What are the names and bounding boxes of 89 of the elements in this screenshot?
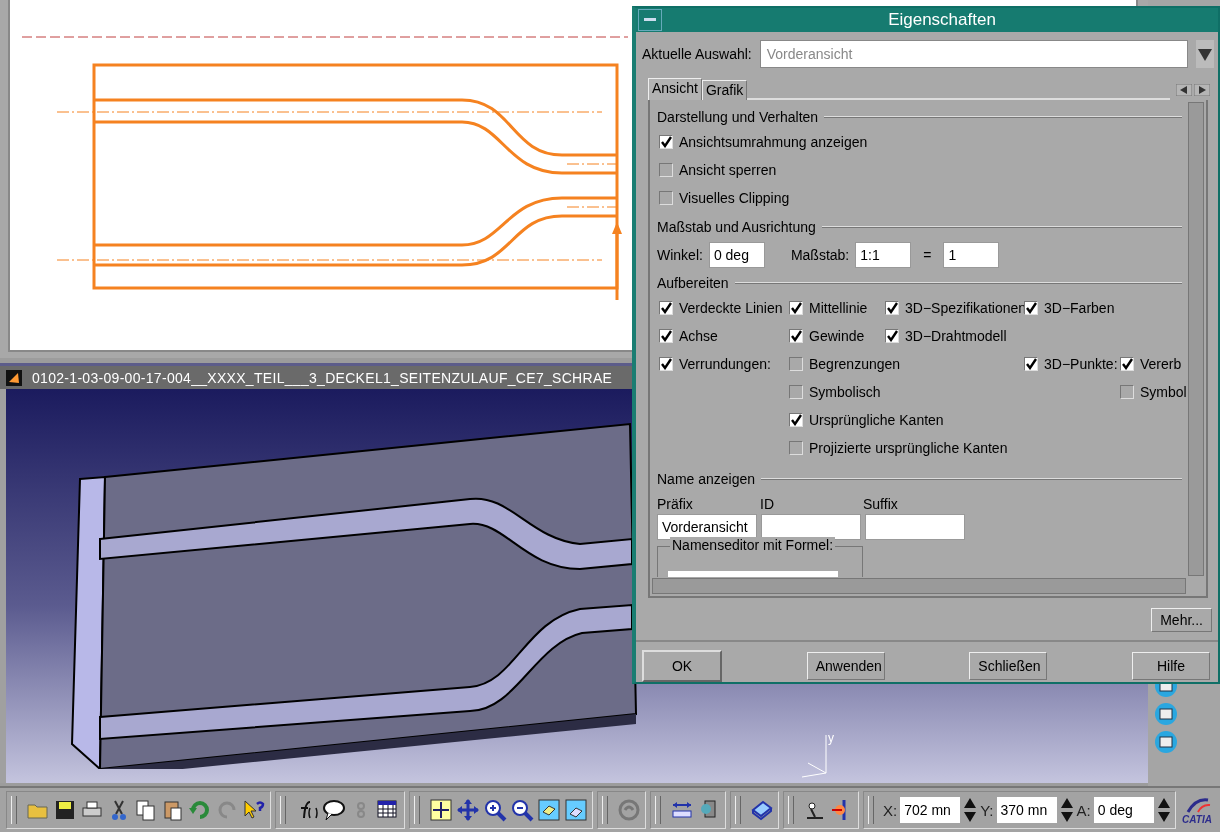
section-heading: Aufbereiten [657, 274, 729, 291]
checkbox[interactable]: Projizierte ursprüngliche Kanten [787, 433, 1188, 462]
selection-dropdown[interactable]: Vorderansicht [759, 39, 1188, 68]
name-field[interactable]: Vorderansicht [657, 513, 757, 540]
checkbox[interactable]: Ursprüngliche Kanten [787, 405, 1188, 434]
scroll-right-icon[interactable] [1194, 83, 1210, 96]
checkbox[interactable]: Achse [657, 321, 787, 350]
angle-field[interactable]: 0 deg [708, 241, 765, 268]
dialog-button[interactable]: Anwenden [806, 652, 885, 680]
checkbox[interactable]: Symbolisch [787, 377, 1118, 406]
field-label: Suffix [863, 495, 899, 512]
view-plane-icon[interactable] [564, 798, 588, 822]
check-icon [660, 135, 672, 148]
spin-arrows-icon[interactable] [1059, 797, 1074, 823]
coordinate-label: Y: [980, 801, 994, 819]
zoom-out-icon[interactable] [510, 798, 534, 822]
name-field[interactable] [865, 513, 965, 540]
checkbox[interactable]: 3D−Punkte: [1022, 349, 1118, 378]
checkbox[interactable]: Gewinde [787, 321, 883, 350]
field-label: Aktuelle Auswahl: [642, 45, 752, 62]
scale-field[interactable]: 1:1 [855, 241, 912, 268]
checkbox[interactable]: Verrundungen: [657, 349, 787, 378]
dialog-title: Eigenschaften [887, 9, 997, 30]
horizontal-scrollbar[interactable] [652, 578, 1186, 594]
logo-text: CATIA [1182, 813, 1212, 825]
section-heading: Maßstab und Ausrichtung [657, 218, 816, 235]
spin-arrows-icon[interactable] [963, 797, 978, 823]
checkbox[interactable]: Symbol [1118, 377, 1188, 406]
speech-bubble-icon[interactable] [322, 798, 346, 822]
check-icon [660, 329, 672, 342]
section-heading: Name anzeigen [657, 470, 756, 487]
save-icon[interactable] [53, 798, 77, 822]
field-label: ID [760, 495, 775, 512]
window-icon[interactable] [1154, 730, 1178, 754]
coordinate-field[interactable]: 702 mn [900, 797, 961, 823]
check-icon [790, 413, 802, 426]
copy-icon[interactable] [134, 798, 158, 822]
scroll-left-icon[interactable] [1176, 83, 1192, 96]
checkbox[interactable]: 3D−Drahtmodell [883, 321, 1188, 350]
dialog-button[interactable]: Schließen [969, 652, 1048, 680]
document-icon [6, 369, 22, 386]
check-icon [660, 357, 672, 370]
checkbox[interactable]: Vererb [1118, 349, 1188, 378]
check-icon [886, 301, 898, 314]
checkbox[interactable]: Ansicht sperren [657, 155, 1188, 184]
pan-icon[interactable] [456, 798, 480, 822]
scale-result-field[interactable]: 1 [943, 241, 1000, 268]
window-menu-button[interactable] [638, 8, 662, 31]
coordinate-label: A: [1076, 801, 1091, 819]
check-icon [1121, 357, 1133, 370]
fit-all-icon[interactable] [429, 798, 453, 822]
field-label: Maßstab: [790, 246, 850, 263]
dialog-button[interactable]: Hilfe [1131, 652, 1210, 680]
tool-icon[interactable] [1154, 702, 1178, 726]
section-heading: Darstellung und Verhalten [657, 108, 819, 125]
normal-view-icon[interactable] [537, 798, 561, 822]
field-label: Winkel: [657, 246, 703, 263]
check-icon [660, 301, 672, 314]
window-title: 0102-1-03-09-00-17-004__XXXX_TEIL___3_DECKEL1_SEITENZULAUF_CE7_SCHRAE [32, 369, 613, 386]
check-icon [1025, 301, 1037, 314]
checkbox[interactable]: Ansichtsumrahmung anzeigen [657, 127, 1188, 156]
dialog-button[interactable]: OK [642, 650, 722, 682]
caret-icon [1198, 46, 1212, 61]
paste-icon[interactable] [161, 798, 185, 822]
tab[interactable]: Grafik [701, 79, 748, 100]
coordinate-label: X: [883, 801, 898, 819]
coordinate-field[interactable]: 370 mn [996, 797, 1057, 823]
check-icon [1025, 357, 1037, 370]
checkbox[interactable]: Verdeckte Linien [657, 293, 787, 322]
coordinate-field[interactable]: 0 deg [1093, 797, 1154, 823]
checkbox[interactable]: 3D−Spezifikationen [883, 293, 1022, 322]
checkbox[interactable]: Visuelles Clipping [657, 183, 1188, 212]
equals-sign: = [923, 246, 932, 263]
check-icon [790, 301, 802, 314]
dropdown-arrow-button[interactable] [1196, 39, 1214, 68]
checkbox[interactable]: Mittellinie [787, 293, 883, 322]
spin-arrows-icon[interactable] [1156, 797, 1171, 823]
name-field[interactable] [761, 513, 861, 540]
field-label: Präfix [657, 495, 694, 512]
axis-label: y [828, 731, 834, 745]
vertical-scrollbar[interactable] [1188, 101, 1204, 576]
minus-icon [644, 17, 656, 22]
book-icon[interactable] [750, 798, 774, 822]
tab[interactable]: Ansicht [648, 77, 702, 100]
more-button[interactable]: Mehr... [1151, 608, 1212, 632]
checkbox[interactable]: Begrenzungen [787, 349, 1022, 378]
zoom-in-icon[interactable] [483, 798, 507, 822]
check-icon [790, 329, 802, 342]
check-icon [886, 329, 898, 342]
